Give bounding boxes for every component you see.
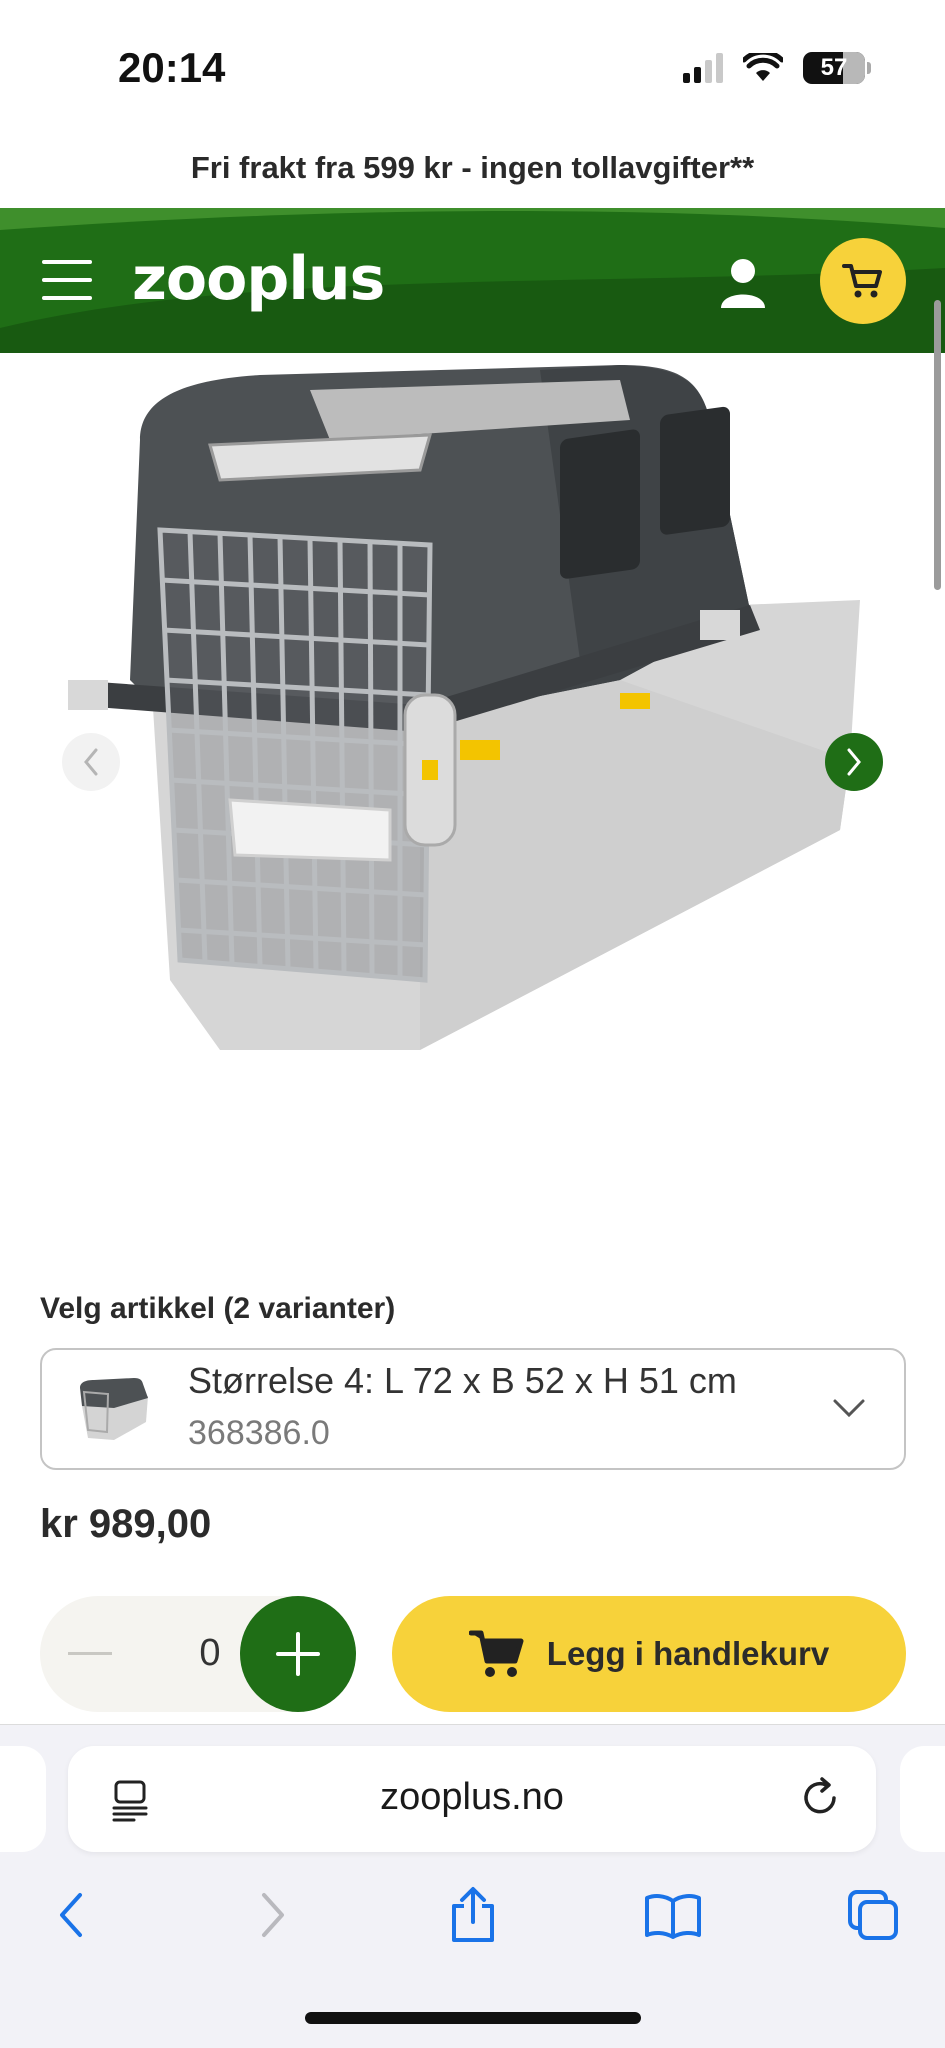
- variant-name: Størrelse 4: L 72 x B 52 x H 51 cm: [188, 1360, 737, 1401]
- wifi-icon: [743, 53, 783, 81]
- browser-nav-row: [0, 1880, 945, 1950]
- battery-icon: 57: [803, 52, 871, 84]
- url-text: zooplus.no: [380, 1776, 564, 1818]
- chevron-left-icon: [84, 748, 98, 776]
- status-bar: 20:14 57: [0, 0, 945, 140]
- battery-percent: 57: [820, 54, 848, 81]
- cellular-signal-icon: [683, 53, 723, 83]
- bookmarks-button[interactable]: [638, 1880, 708, 1950]
- share-button[interactable]: [438, 1880, 508, 1950]
- back-button[interactable]: [36, 1880, 106, 1950]
- product-image-pet-crate[interactable]: [60, 360, 890, 1080]
- quantity-increase-button[interactable]: [240, 1596, 356, 1712]
- variant-code: 368386.0: [188, 1414, 330, 1452]
- address-bar[interactable]: zooplus.no: [68, 1746, 876, 1852]
- variant-heading: Velg artikkel (2 varianter): [40, 1292, 396, 1325]
- cart-button[interactable]: [820, 238, 906, 324]
- zooplus-logo[interactable]: zooplus: [132, 244, 385, 314]
- reload-icon[interactable]: [798, 1776, 842, 1820]
- chevron-down-icon: [833, 1399, 865, 1418]
- variant-select[interactable]: Størrelse 4: L 72 x B 52 x H 51 cm 36838…: [40, 1348, 906, 1470]
- tabs-icon: [848, 1890, 898, 1940]
- forward-button[interactable]: [238, 1880, 308, 1950]
- forward-icon: [262, 1893, 284, 1937]
- carousel-prev-button[interactable]: [62, 733, 120, 791]
- previous-tab-peek[interactable]: [0, 1746, 46, 1852]
- product-price: kr 989,00: [40, 1502, 212, 1546]
- tabs-button[interactable]: [838, 1880, 908, 1950]
- back-icon: [60, 1893, 82, 1937]
- bookmarks-icon: [645, 1894, 701, 1939]
- user-icon[interactable]: [718, 256, 768, 310]
- carousel-next-button[interactable]: [825, 733, 883, 791]
- share-icon: [452, 1887, 494, 1942]
- chevron-right-icon: [847, 748, 861, 776]
- promo-banner[interactable]: Fri frakt fra 599 kr - ingen tollavgifte…: [0, 150, 945, 186]
- status-icons: 57: [683, 52, 871, 84]
- add-to-cart-label: Legg i handlekurv: [546, 1635, 830, 1672]
- quantity-value[interactable]: 0: [180, 1632, 240, 1675]
- home-indicator[interactable]: [305, 2012, 641, 2024]
- site-header: zooplus: [0, 208, 945, 353]
- cart-icon: [468, 1630, 524, 1677]
- add-to-cart-button[interactable]: Legg i handlekurv: [392, 1596, 906, 1712]
- next-tab-peek[interactable]: [900, 1746, 945, 1852]
- variant-thumbnail: [80, 1378, 148, 1440]
- quantity-decrease-button[interactable]: [68, 1652, 112, 1655]
- cart-icon: [842, 264, 882, 298]
- status-time: 20:14: [118, 44, 226, 91]
- page-scrollbar[interactable]: [934, 300, 941, 590]
- menu-icon[interactable]: [42, 260, 92, 300]
